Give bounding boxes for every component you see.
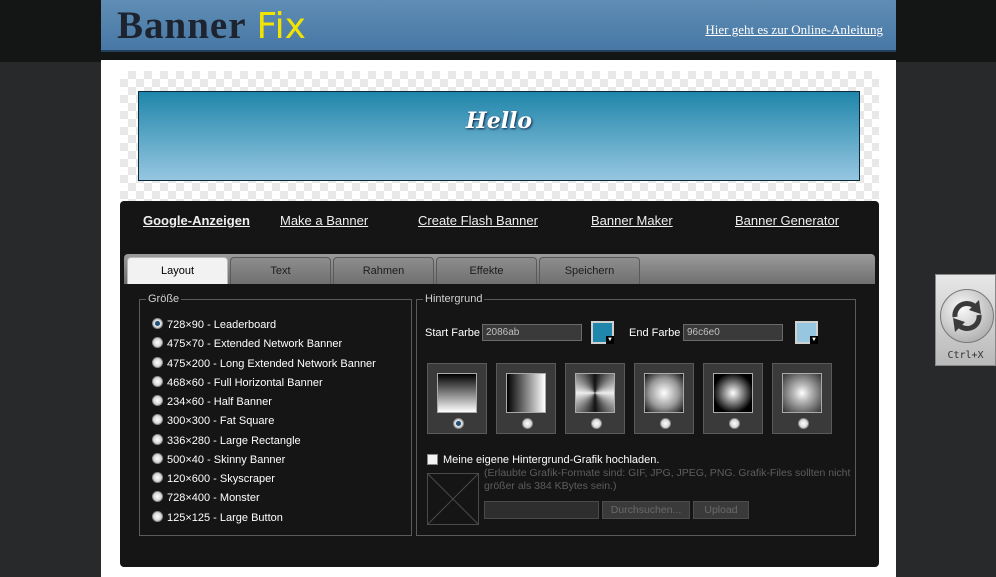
size-radio[interactable] <box>152 491 163 502</box>
size-option[interactable]: 300×300 - Fat Square <box>152 414 274 432</box>
gradient-preview <box>506 373 546 413</box>
size-radio[interactable] <box>152 472 163 483</box>
size-option-label: 728×90 - Leaderboard <box>167 319 277 331</box>
tab-layout[interactable]: Layout <box>127 257 228 284</box>
size-option-label: 300×300 - Fat Square <box>167 415 275 427</box>
size-option-label: 475×70 - Extended Network Banner <box>167 338 343 350</box>
gradient-radio[interactable] <box>729 418 740 429</box>
logo[interactable]: Banner Fix <box>117 4 306 49</box>
size-radio[interactable] <box>152 337 163 348</box>
gradient-radio[interactable] <box>591 418 602 429</box>
gradient-option-radial-spot[interactable] <box>703 363 763 434</box>
gradient-radio-selected[interactable] <box>453 418 464 429</box>
link-banner-generator[interactable]: Banner Generator <box>735 213 839 228</box>
start-color-input[interactable] <box>482 324 582 341</box>
gradient-preview <box>575 373 615 413</box>
gradient-option-radial-soft[interactable] <box>634 363 694 434</box>
file-path-input[interactable] <box>484 501 599 519</box>
gradient-preview <box>437 373 477 413</box>
site-header: Banner Fix Hier geht es zur Online-Anleit… <box>101 0 896 52</box>
background-fieldset: Hintergrund Start Farbe ▼ End Farbe ▼ <box>416 293 856 536</box>
tab-rahmen[interactable]: Rahmen <box>333 257 434 284</box>
tab-text[interactable]: Text <box>230 257 331 284</box>
browse-button[interactable]: Durchsuchen... <box>602 501 690 519</box>
refresh-icon <box>952 300 982 332</box>
end-color-label: End Farbe <box>629 327 681 339</box>
gradient-option-square-center[interactable] <box>565 363 625 434</box>
size-option[interactable]: 336×280 - Large Rectangle <box>152 434 301 452</box>
ad-links-row: Google-Anzeigen Make a Banner Create Fla… <box>120 213 879 233</box>
end-color-swatch[interactable]: ▼ <box>795 321 818 344</box>
upload-format-note: (Erlaubte Grafik-Formate sind: GIF, JPG,… <box>484 467 851 492</box>
link-create-flash-banner[interactable]: Create Flash Banner <box>418 213 538 228</box>
size-option[interactable]: 468×60 - Full Horizontal Banner <box>152 376 323 394</box>
main-content: Hello Google-Anzeigen Make a Banner Crea… <box>101 60 896 577</box>
upload-button[interactable]: Upload <box>693 501 749 519</box>
size-option-label: 234×60 - Half Banner <box>167 396 272 408</box>
size-radio-selected[interactable] <box>152 318 163 329</box>
tab-effekte[interactable]: Effekte <box>436 257 537 284</box>
banner-preview-area: Hello <box>120 71 879 201</box>
gradient-preview <box>713 373 753 413</box>
size-option[interactable]: 475×200 - Long Extended Network Banner <box>152 357 376 375</box>
swatch-arrow-icon: ▼ <box>810 336 818 344</box>
banner-preview: Hello <box>138 91 860 181</box>
size-radio[interactable] <box>152 395 163 406</box>
size-radio[interactable] <box>152 376 163 387</box>
gradient-preview <box>644 373 684 413</box>
link-make-a-banner[interactable]: Make a Banner <box>280 213 368 228</box>
size-option[interactable]: 125×125 - Large Button <box>152 511 283 529</box>
gradient-preview <box>782 373 822 413</box>
link-google-anzeigen[interactable]: Google-Anzeigen <box>143 213 250 228</box>
size-option[interactable]: 475×70 - Extended Network Banner <box>152 337 342 355</box>
size-option-label: 475×200 - Long Extended Network Banner <box>167 358 376 370</box>
gradient-radio[interactable] <box>660 418 671 429</box>
gradient-radio[interactable] <box>522 418 533 429</box>
size-option[interactable]: 728×90 - Leaderboard <box>152 318 276 336</box>
background-legend: Hintergrund <box>423 293 485 305</box>
size-radio[interactable] <box>152 414 163 425</box>
upload-background-checkbox[interactable] <box>427 454 438 465</box>
upload-thumbnail-placeholder <box>427 473 479 525</box>
end-color-input[interactable] <box>683 324 783 341</box>
logo-fix-text: Fix <box>256 6 306 47</box>
size-option[interactable]: 728×400 - Monster <box>152 491 260 509</box>
gradient-option-star-burst[interactable] <box>772 363 832 434</box>
gradient-option-linear-horizontal[interactable] <box>496 363 556 434</box>
size-option-label: 125×125 - Large Button <box>167 512 283 524</box>
size-radio[interactable] <box>152 434 163 445</box>
start-color-swatch[interactable]: ▼ <box>591 321 614 344</box>
logo-banner-text: Banner <box>117 4 247 47</box>
size-radio[interactable] <box>152 453 163 464</box>
empty-image-icon <box>427 473 479 525</box>
size-radio[interactable] <box>152 511 163 522</box>
shortcut-widget: Ctrl+X <box>935 274 996 366</box>
size-radio[interactable] <box>152 357 163 368</box>
start-color-label: Start Farbe <box>425 327 481 339</box>
size-fieldset: Größe 728×90 - Leaderboard 475×70 - Exte… <box>139 293 412 536</box>
size-option[interactable]: 120×600 - Skyscraper <box>152 472 275 490</box>
size-option-label: 728×400 - Monster <box>167 492 260 504</box>
upload-background-label: Meine eigene Hintergrund-Grafik hochlade… <box>443 454 660 466</box>
editor-panel: Google-Anzeigen Make a Banner Create Fla… <box>120 201 879 567</box>
size-option-label: 500×40 - Skinny Banner <box>167 454 286 466</box>
tab-speichern[interactable]: Speichern <box>539 257 640 284</box>
online-guide-link[interactable]: Hier geht es zur Online-Anleitung <box>705 22 883 38</box>
link-banner-maker[interactable]: Banner Maker <box>591 213 673 228</box>
shortcut-label: Ctrl+X <box>947 350 984 361</box>
banner-preview-text: Hello <box>465 108 533 134</box>
gradient-radio[interactable] <box>798 418 809 429</box>
size-option-label: 468×60 - Full Horizontal Banner <box>167 377 323 389</box>
size-option[interactable]: 234×60 - Half Banner <box>152 395 272 413</box>
size-option-label: 336×280 - Large Rectangle <box>167 435 301 447</box>
editor-tabs: Layout Text Rahmen Effekte Speichern <box>124 254 875 284</box>
size-option-label: 120×600 - Skyscraper <box>167 473 275 485</box>
size-option[interactable]: 500×40 - Skinny Banner <box>152 453 285 471</box>
size-legend: Größe <box>146 293 182 305</box>
reload-button[interactable] <box>940 289 994 343</box>
swatch-arrow-icon: ▼ <box>606 336 614 344</box>
gradient-option-linear-vertical[interactable] <box>427 363 487 434</box>
